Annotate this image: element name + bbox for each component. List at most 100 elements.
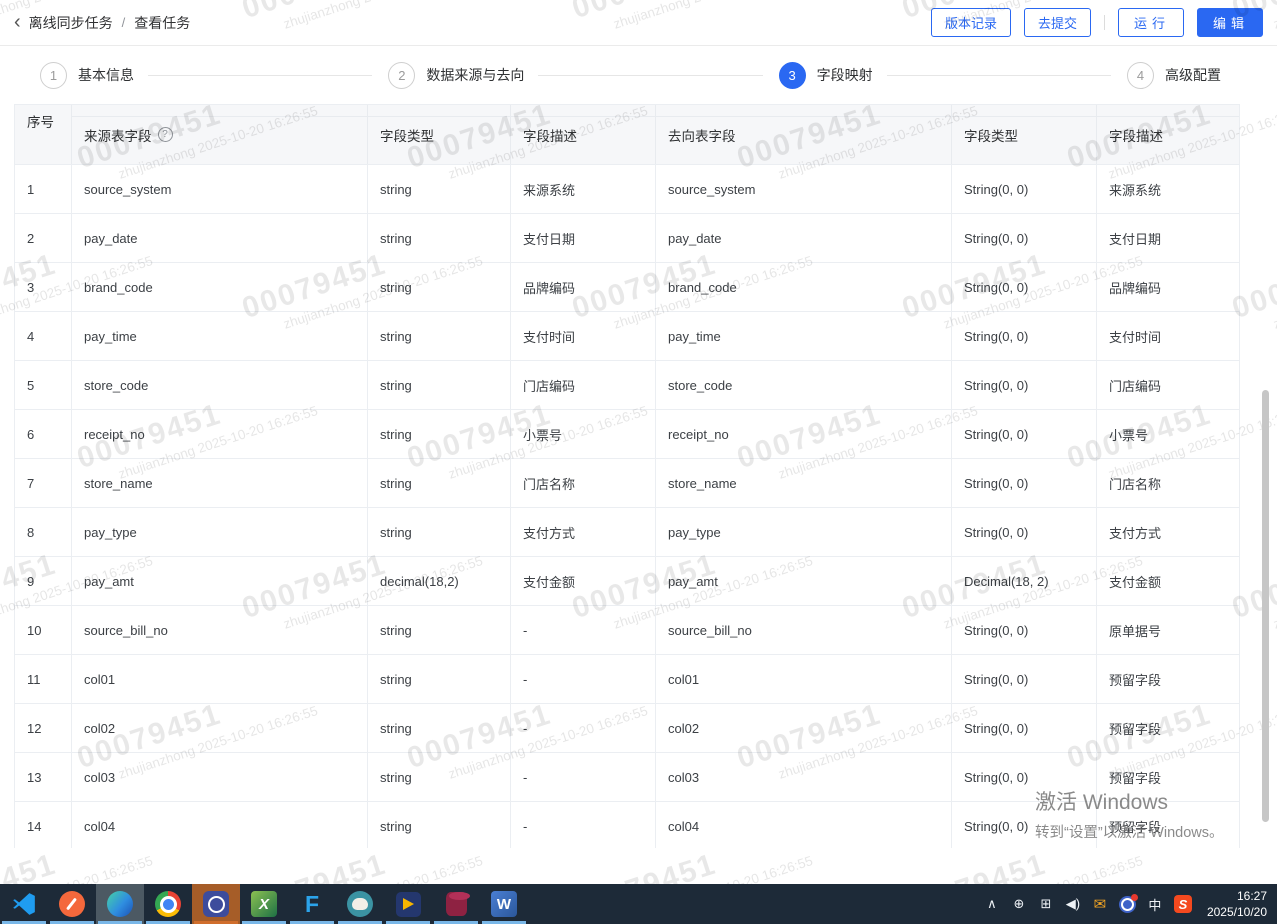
cell-source-type: string — [367, 312, 510, 360]
cell-target-desc: 预留字段 — [1096, 704, 1239, 752]
step-number: 3 — [778, 61, 806, 89]
cell-source-field: source_bill_no — [71, 606, 367, 654]
system-tray: ∧ ⊕ ⊞ ◀) ✉ 中 S 16:27 2025/10/20 — [984, 884, 1277, 924]
cell-target-desc: 预留字段 — [1096, 655, 1239, 703]
table-row: 4 pay_time string 支付时间 pay_time String(0… — [15, 312, 1239, 361]
top-bar: ‹ 离线同步任务 / 查看任务 版本记录 去提交 运行 编辑 — [0, 0, 1277, 46]
taskbar-clock[interactable]: 16:27 2025/10/20 — [1203, 888, 1267, 920]
cell-source-field: source_system — [71, 165, 367, 213]
database-icon — [445, 892, 470, 916]
back-icon[interactable]: ‹ — [14, 12, 21, 32]
cell-target-field: col04 — [655, 802, 951, 848]
cell-target-desc: 门店名称 — [1096, 459, 1239, 507]
table-row: 1 source_system string 来源系统 source_syste… — [15, 165, 1239, 214]
breadcrumb-item-offline-sync[interactable]: 离线同步任务 — [29, 13, 113, 33]
cell-target-field: source_system — [655, 165, 951, 213]
step-number: 4 — [1126, 61, 1154, 89]
step-advanced-config[interactable]: 4 高级配置 — [1126, 61, 1235, 89]
taskbar-icon-database[interactable] — [432, 884, 480, 924]
version-history-button[interactable]: 版本记录 — [930, 8, 1011, 37]
cell-source-type: string — [367, 214, 510, 262]
column-header-source-desc: 字段描述 — [510, 105, 655, 164]
step-connector — [148, 74, 373, 76]
cell-source-field: receipt_no — [71, 410, 367, 458]
cell-source-field: brand_code — [71, 263, 367, 311]
cell-target-field: store_code — [655, 361, 951, 409]
table-row: 14 col04 string - col04 String(0, 0) 预留字… — [15, 802, 1239, 848]
cell-source-field: pay_amt — [71, 557, 367, 605]
cell-source-type: string — [367, 361, 510, 409]
tray-network-icon[interactable]: ⊕ — [1011, 896, 1027, 912]
run-button[interactable]: 运行 — [1117, 8, 1184, 37]
cell-source-field: store_name — [71, 459, 367, 507]
step-source-target[interactable]: 2 数据来源与去向 — [388, 61, 538, 89]
cell-source-type: string — [367, 263, 510, 311]
cell-target-field: source_bill_no — [655, 606, 951, 654]
tray-windows-icon[interactable]: ⊞ — [1038, 896, 1054, 912]
tray-volume-icon[interactable]: ◀) — [1065, 896, 1081, 912]
app-icon — [203, 891, 229, 917]
column-header-source-field: 来源表字段 ? — [71, 105, 367, 164]
tray-sogou-icon[interactable]: S — [1173, 895, 1192, 913]
step-label: 基本信息 — [78, 67, 134, 83]
step-field-mapping[interactable]: 3 字段映射 — [778, 61, 887, 89]
tray-ime-indicator[interactable]: 中 — [1147, 895, 1163, 914]
taskbar-icon-files[interactable]: F — [288, 884, 336, 924]
taskbar: X F W ∧ ⊕ ⊞ ◀) ✉ 中 S 16:27 2025/10/20 — [0, 884, 1277, 924]
cell-target-field: pay_type — [655, 508, 951, 556]
cell-target-type: String(0, 0) — [951, 704, 1096, 752]
cell-index: 4 — [27, 328, 35, 344]
cell-index: 11 — [27, 671, 41, 687]
cell-source-type: string — [367, 606, 510, 654]
cell-index: 2 — [27, 230, 35, 246]
cell-source-type: string — [367, 165, 510, 213]
cell-index: 14 — [27, 818, 42, 834]
cell-target-type: String(0, 0) — [951, 312, 1096, 360]
cell-source-desc: - — [510, 704, 655, 752]
table-row: 9 pay_amt decimal(18,2) 支付金额 pay_amt Dec… — [15, 557, 1239, 606]
taskbar-icon-editor[interactable] — [48, 884, 96, 924]
cell-target-type: Decimal(18, 2) — [951, 557, 1096, 605]
taskbar-icon-chrome[interactable] — [144, 884, 192, 924]
cell-target-desc: 原单据号 — [1096, 606, 1239, 654]
tray-chevron-up-icon[interactable]: ∧ — [984, 896, 1000, 912]
taskbar-icon-vscode[interactable] — [0, 884, 48, 924]
cell-source-field: pay_time — [71, 312, 367, 360]
cell-index: 12 — [27, 720, 42, 736]
cell-target-desc: 来源系统 — [1096, 165, 1239, 213]
taskbar-icon-word[interactable]: W — [480, 884, 528, 924]
cell-source-type: string — [367, 753, 510, 801]
step-label: 数据来源与去向 — [426, 67, 525, 83]
tray-mail-icon[interactable]: ✉ — [1092, 895, 1108, 913]
taskbar-icon-excel[interactable]: X — [240, 884, 288, 924]
taskbar-icon-shield-app[interactable] — [384, 884, 432, 924]
help-icon[interactable]: ? — [157, 127, 173, 142]
edit-button[interactable]: 编辑 — [1196, 8, 1263, 37]
submit-button[interactable]: 去提交 — [1023, 8, 1091, 37]
cell-index: 9 — [27, 573, 35, 589]
table-row: 13 col03 string - col03 String(0, 0) 预留字… — [15, 753, 1239, 802]
cell-source-type: string — [367, 410, 510, 458]
step-label: 字段映射 — [816, 67, 873, 83]
cell-target-field: receipt_no — [655, 410, 951, 458]
tray-app-notification-icon[interactable] — [1118, 893, 1138, 913]
cell-source-desc: 支付时间 — [510, 312, 655, 360]
edge-icon — [107, 891, 133, 917]
cell-index: 1 — [27, 181, 35, 197]
taskbar-icon-active-app[interactable] — [192, 884, 240, 924]
step-wizard: 1 基本信息 2 数据来源与去向 3 字段映射 4 高级配置 — [0, 46, 1277, 104]
shield-icon — [395, 891, 421, 917]
taskbar-icon-edge[interactable] — [96, 884, 144, 924]
cell-source-field: pay_type — [71, 508, 367, 556]
cell-target-desc: 支付金额 — [1096, 557, 1239, 605]
taskbar-icon-dbeaver[interactable] — [336, 884, 384, 924]
cell-target-type: String(0, 0) — [951, 655, 1096, 703]
vertical-scrollbar[interactable] — [1262, 390, 1269, 822]
table-body: 1 source_system string 来源系统 source_syste… — [15, 165, 1239, 848]
cell-source-field: col01 — [71, 655, 367, 703]
cell-source-type: string — [367, 655, 510, 703]
step-basic-info[interactable]: 1 基本信息 — [40, 61, 148, 89]
cell-index: 10 — [27, 622, 42, 638]
step-connector — [886, 74, 1111, 76]
pen-icon — [59, 891, 85, 917]
